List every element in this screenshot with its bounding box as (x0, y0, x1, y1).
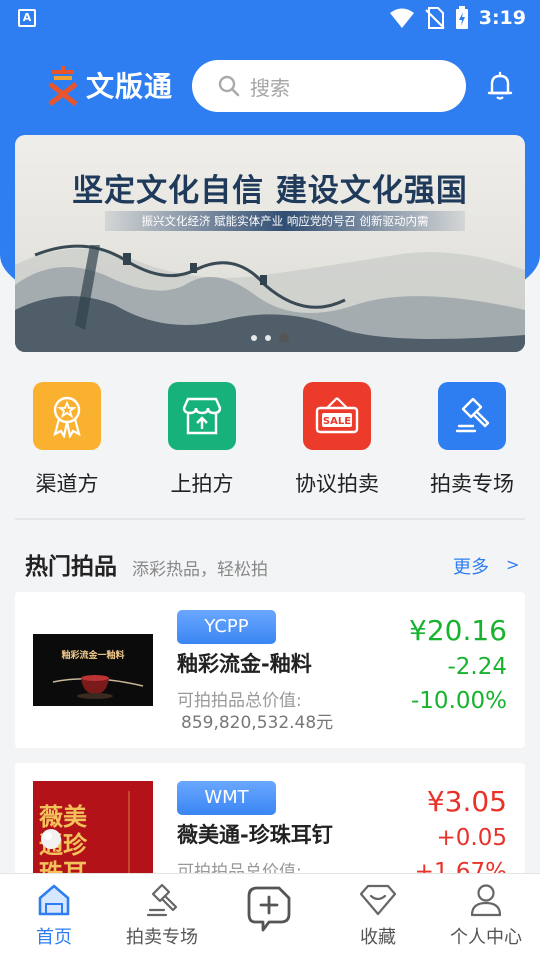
category-seller[interactable]: 上拍方 (147, 382, 257, 498)
promo-banner[interactable]: 坚定文化自信 建设文化强国 振兴文化经济 赋能实体产业 响应党的号召 创新驱动内… (15, 135, 525, 352)
sale-sign-icon: SALE (303, 382, 371, 450)
bell-icon[interactable] (484, 70, 516, 102)
storefront-icon (168, 382, 236, 450)
nav-label: 拍卖专场 (126, 927, 198, 948)
search-bar[interactable]: 搜索 (192, 60, 466, 112)
price-change: -2.24 (447, 654, 507, 680)
carousel-dot-active (279, 333, 289, 343)
nav-home[interactable]: 首页 (0, 874, 108, 960)
app-logo: 文版通 (46, 64, 173, 106)
category-agreement-auction[interactable]: SALE 协议拍卖 (282, 382, 392, 498)
gavel-icon (146, 883, 178, 917)
gavel-icon (438, 382, 506, 450)
svg-text:SALE: SALE (323, 416, 351, 427)
category-label: 渠道方 (35, 472, 99, 496)
auction-item-card[interactable]: 釉彩流金一釉料 YCPP 釉彩流金-釉料 可拍拍品总价值: 859,820,53… (15, 592, 525, 748)
category-label: 协议拍卖 (295, 472, 379, 496)
banner-subtitle: 振兴文化经济 赋能实体产业 响应党的号召 创新驱动内需 (105, 211, 465, 231)
more-link[interactable]: 更多 (453, 553, 489, 579)
nav-auction-special[interactable]: 拍卖专场 (108, 874, 216, 960)
battery-icon (455, 6, 468, 29)
item-code-badge: WMT (177, 781, 276, 815)
category-grid: 渠道方 上拍方 SALE 协议拍卖 拍卖专场 (0, 382, 540, 502)
item-name: 釉彩流金-釉料 (177, 652, 312, 676)
badge-ribbon-icon (33, 382, 101, 450)
chevron-right-icon[interactable]: > (506, 555, 519, 574)
item-price: ¥20.16 (409, 614, 507, 647)
carousel-dot (265, 335, 271, 341)
section-subtitle: 添彩热品，轻松拍 (132, 560, 268, 580)
home-icon (38, 884, 70, 916)
nav-add[interactable] (216, 874, 324, 960)
item-thumbnail: 釉彩流金一釉料 (33, 634, 153, 706)
category-channel[interactable]: 渠道方 (12, 382, 122, 498)
app-notification-icon: A (18, 9, 36, 27)
wifi-icon (389, 8, 414, 28)
diamond-icon (359, 884, 397, 916)
nav-favorites[interactable]: 收藏 (324, 874, 432, 960)
nav-profile[interactable]: 个人中心 (432, 874, 540, 960)
banner-title: 坚定文化自信 建设文化强国 (72, 173, 468, 209)
section-divider (15, 518, 525, 520)
teacup-image (52, 675, 144, 699)
logo-icon (48, 66, 78, 106)
add-scan-icon (247, 886, 291, 932)
carousel-dot (251, 335, 257, 341)
nav-label: 首页 (36, 927, 72, 948)
nav-label: 收藏 (360, 927, 396, 948)
item-price: ¥3.05 (426, 785, 507, 818)
app-name: 文版通 (86, 70, 174, 103)
price-change: +0.05 (436, 825, 507, 851)
person-icon (470, 884, 502, 917)
category-label: 拍卖专场 (430, 472, 514, 496)
item-name: 薇美通-珍珠耳钉 (177, 823, 333, 847)
search-icon (218, 75, 240, 97)
section-title: 热门拍品 (25, 554, 117, 580)
price-change-percent: -10.00% (411, 688, 507, 714)
status-bar: A 3:19 (0, 0, 540, 36)
total-value: 859,820,532.48元 (181, 713, 334, 733)
carousel-indicator (251, 333, 289, 343)
no-sim-icon (425, 7, 445, 29)
nav-label: 个人中心 (450, 927, 522, 948)
bottom-navigation: 首页 拍卖专场 收藏 个人中心 (0, 873, 540, 960)
category-auction-special[interactable]: 拍卖专场 (417, 382, 527, 498)
status-time: 3:19 (478, 7, 526, 29)
item-code-badge: YCPP (177, 610, 276, 644)
app-header: 文版通 搜索 (0, 56, 540, 116)
search-placeholder: 搜索 (250, 75, 290, 100)
category-label: 上拍方 (170, 472, 234, 496)
